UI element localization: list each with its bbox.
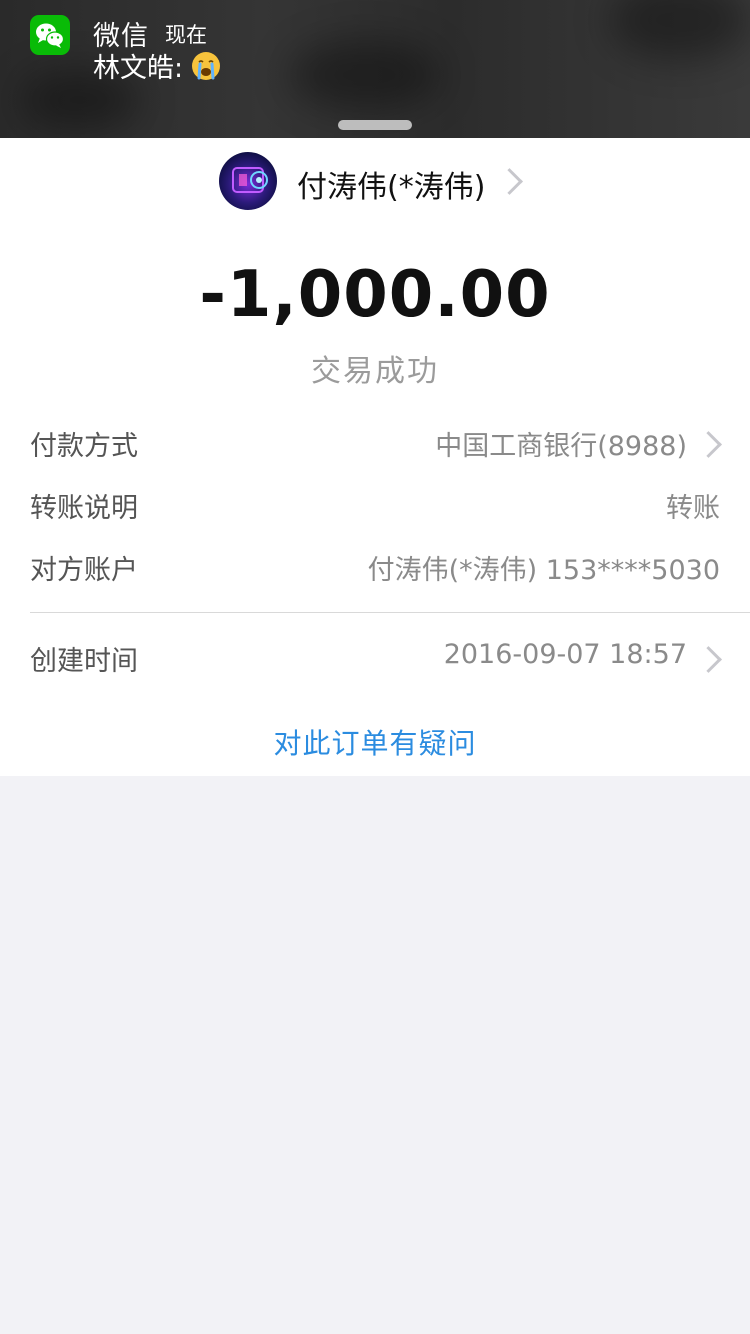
payee-header[interactable]: 付涛伟(*涛伟): [0, 152, 750, 210]
payment-method-label: 付款方式: [30, 431, 138, 462]
transfer-note-value: 转账: [666, 493, 720, 524]
crying-face-icon: [191, 51, 221, 81]
created-time-value: 2016-09-07 18:57: [443, 639, 687, 670]
notification-time: 现在: [165, 23, 207, 47]
counterparty-row: 对方账户 付涛伟(*涛伟) 153****5030: [0, 542, 750, 592]
transaction-amount: -1,000.00: [199, 258, 551, 332]
transaction-detail-card: 付涛伟(*涛伟) -1,000.00 交易成功 付款方式 中国工商银行(8988…: [0, 138, 750, 776]
chevron-right-icon: [695, 646, 722, 673]
banner-drag-handle[interactable]: [338, 120, 412, 130]
chevron-right-icon: [496, 168, 523, 195]
notification-message: 林文皓:: [93, 46, 221, 85]
order-question-link[interactable]: 对此订单有疑问: [0, 722, 750, 762]
payment-method-row[interactable]: 付款方式 中国工商银行(8988): [0, 418, 750, 468]
payee-name: 付涛伟(*涛伟): [297, 170, 486, 205]
created-time-label: 创建时间: [30, 646, 138, 677]
counterparty-label: 对方账户: [30, 555, 138, 586]
created-time-row[interactable]: 创建时间 2016-09-07 18:57: [0, 633, 750, 683]
payment-method-value: 中国工商银行(8988): [435, 431, 687, 462]
screen: 微信 现在 林文皓: 付涛伟(*涛伟) -1,000.00 交易成功 付款方式 …: [0, 0, 750, 1334]
avatar: [219, 152, 277, 210]
transaction-status: 交易成功: [311, 354, 439, 389]
transfer-note-row: 转账说明 转账: [0, 480, 750, 530]
divider: [30, 612, 750, 613]
transfer-note-label: 转账说明: [30, 493, 138, 524]
chevron-right-icon: [695, 431, 722, 458]
notification-message-text: 林文皓:: [93, 53, 184, 84]
notification-banner[interactable]: 微信 现在 林文皓:: [0, 0, 750, 138]
wechat-icon: [30, 15, 70, 55]
counterparty-value: 付涛伟(*涛伟) 153****5030: [367, 555, 720, 586]
